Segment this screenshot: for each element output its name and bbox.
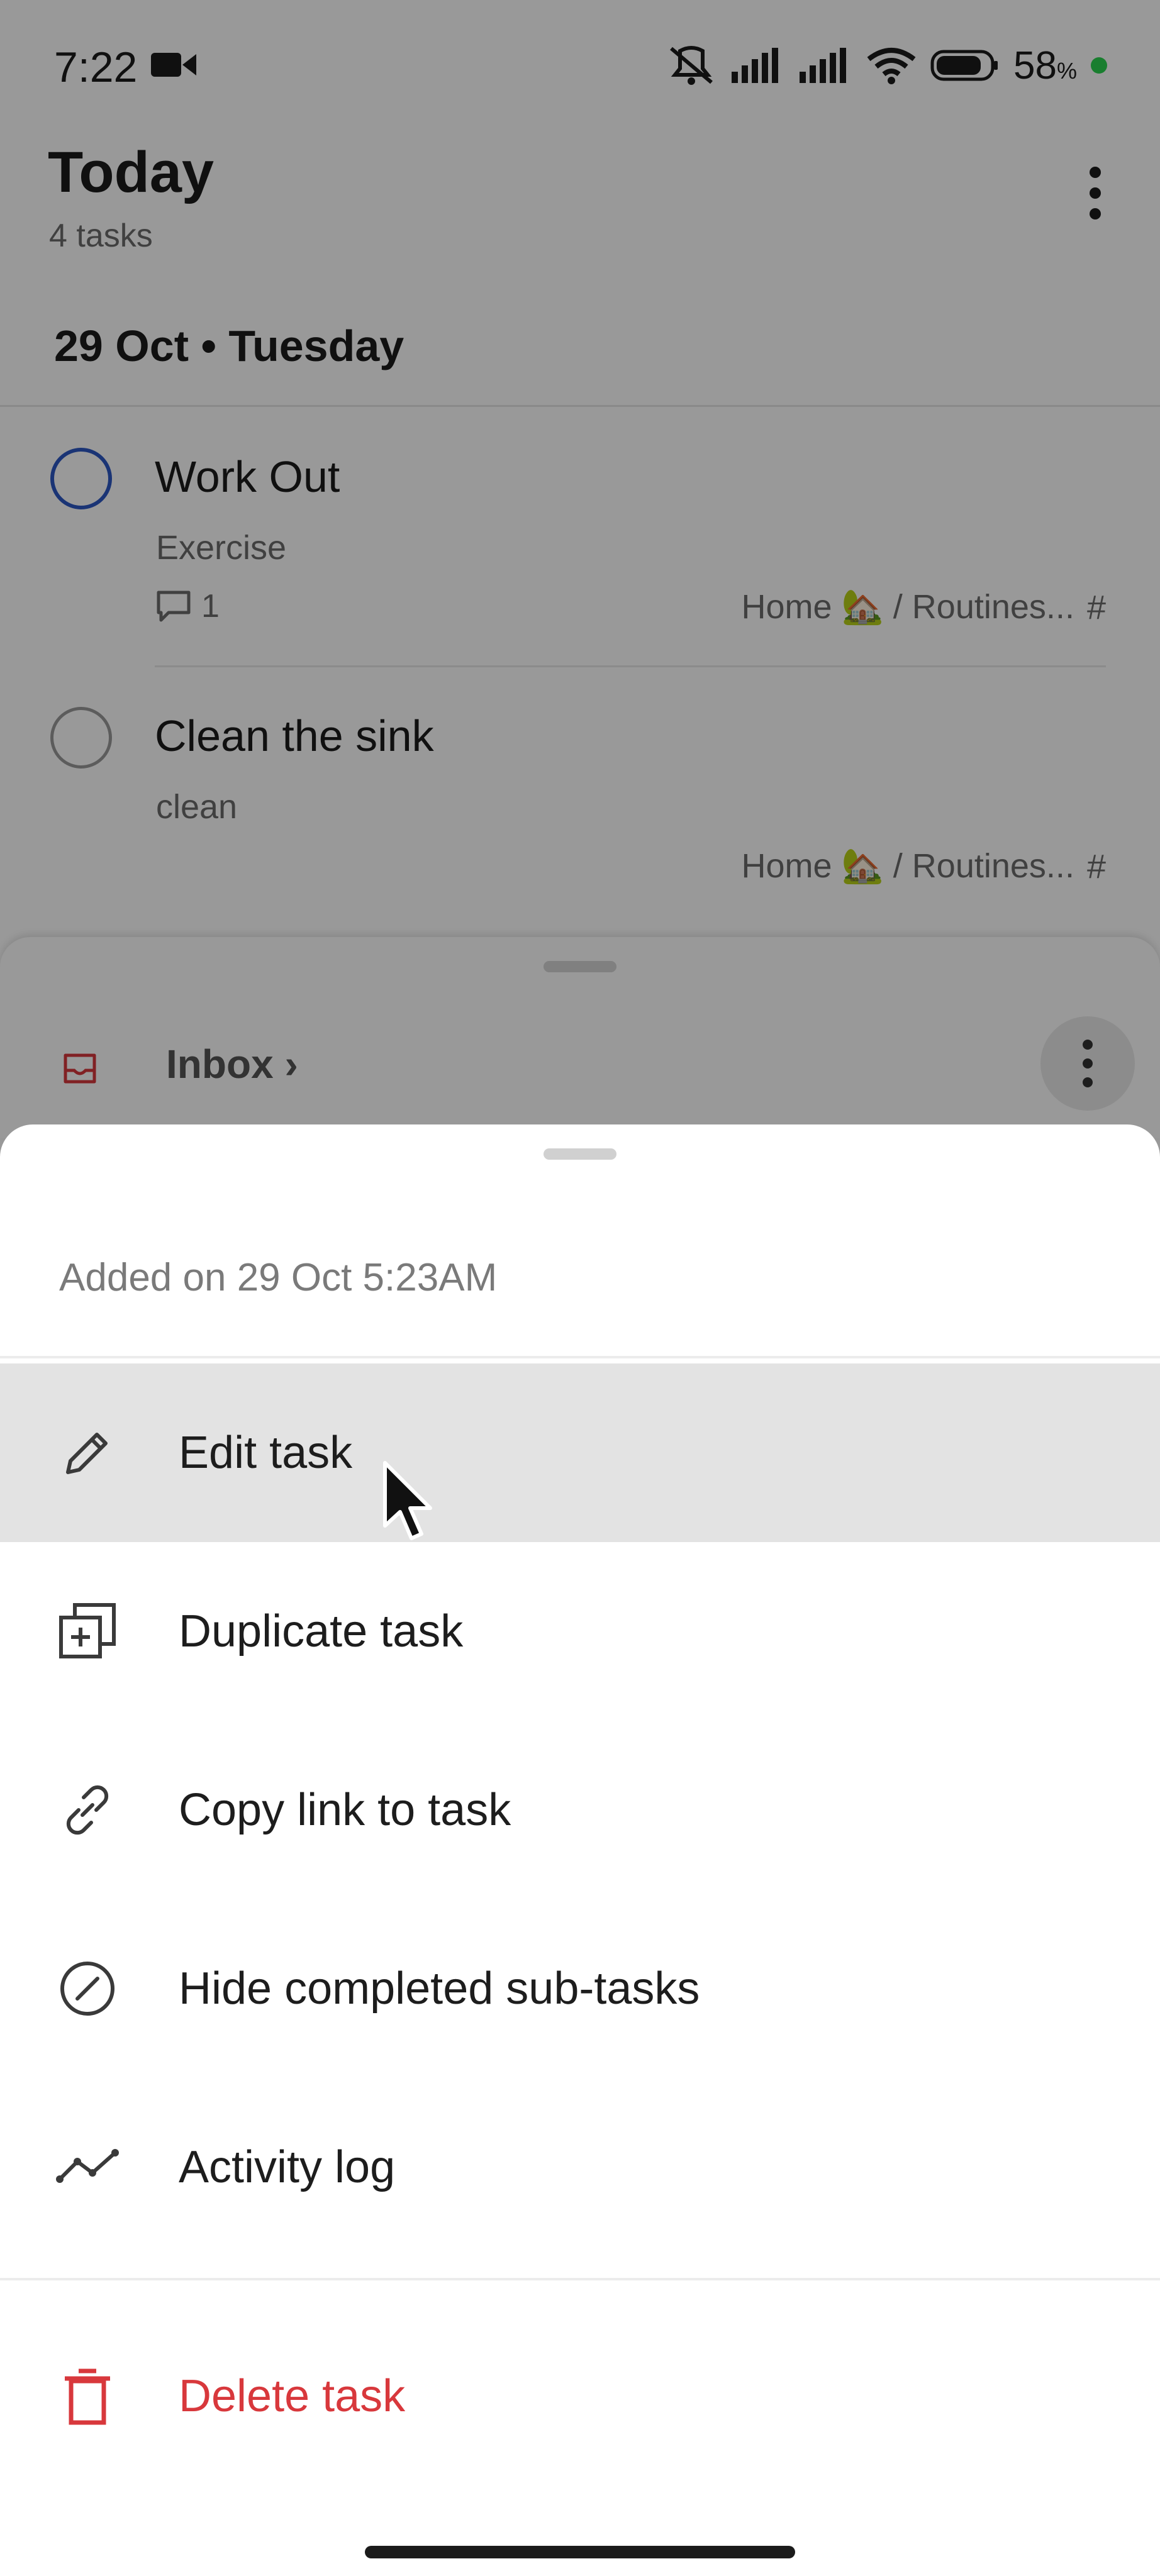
activity-icon	[55, 2135, 120, 2199]
drag-handle[interactable]	[544, 1148, 616, 1160]
item-label: Activity log	[179, 2142, 396, 2192]
divider	[0, 2278, 1160, 2280]
divider	[0, 1356, 1160, 1358]
duplicate-task-item[interactable]: Duplicate task	[0, 1542, 1160, 1721]
item-label: Duplicate task	[179, 1606, 464, 1657]
hide-completed-item[interactable]: Hide completed sub-tasks	[0, 1899, 1160, 2078]
item-label: Edit task	[179, 1428, 353, 1478]
activity-log-item[interactable]: Activity log	[0, 2078, 1160, 2257]
mouse-cursor-icon	[383, 1461, 432, 1540]
home-indicator[interactable]	[365, 2546, 795, 2558]
copy-link-item[interactable]: Copy link to task	[0, 1721, 1160, 1899]
item-label: Hide completed sub-tasks	[179, 1963, 700, 2014]
added-on-text: Added on 29 Oct 5:23AM	[59, 1256, 498, 1299]
item-label: Copy link to task	[179, 1785, 511, 1835]
item-label: Delete task	[179, 2371, 406, 2421]
edit-task-item[interactable]: Edit task	[0, 1363, 1160, 1542]
task-options-sheet: Added on 29 Oct 5:23AM Edit task Duplica…	[0, 1124, 1160, 2576]
link-icon	[55, 1778, 120, 1842]
hide-completed-icon	[55, 1957, 120, 2021]
screen: 7:22 58% Today 4 tasks 29 Oct • Tuesday …	[0, 0, 1160, 2576]
pencil-icon	[55, 1421, 120, 1485]
trash-icon	[55, 2364, 120, 2428]
duplicate-icon	[55, 1599, 120, 1663]
delete-task-item[interactable]: Delete task	[0, 2307, 1160, 2485]
